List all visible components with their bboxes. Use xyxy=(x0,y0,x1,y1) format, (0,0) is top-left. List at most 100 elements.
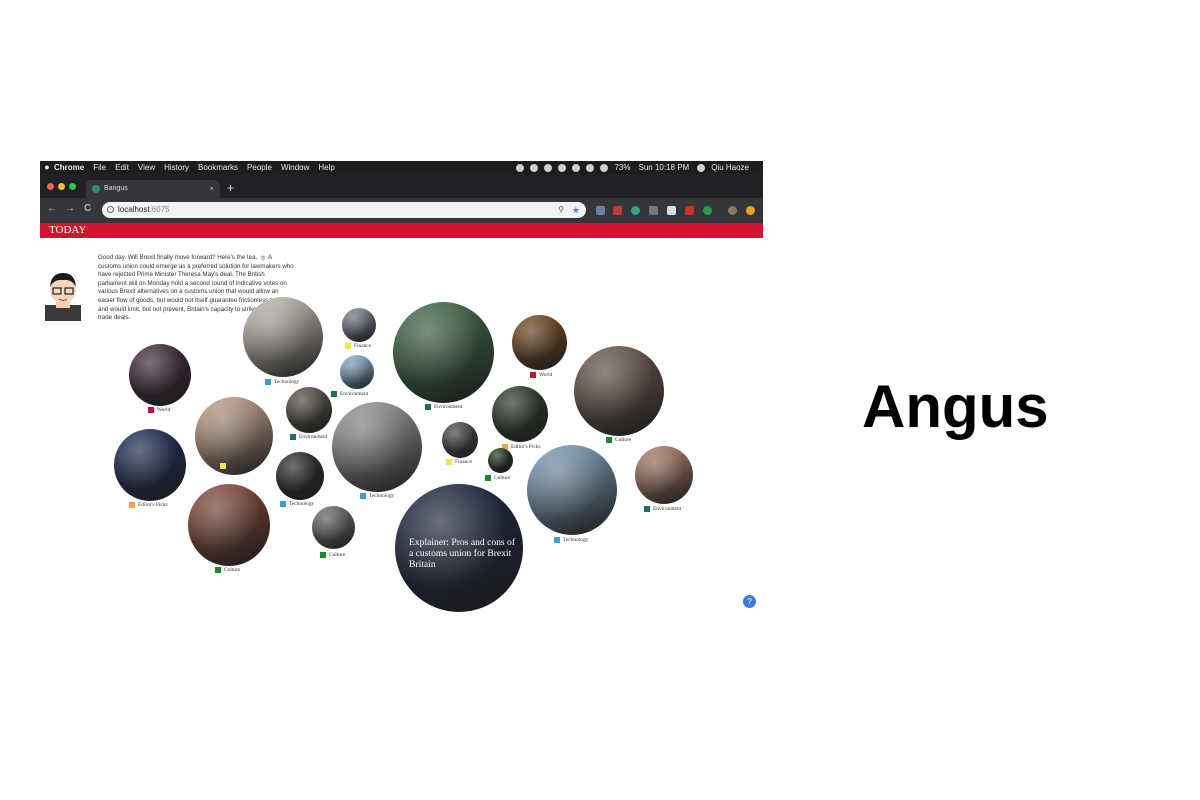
news-bubble[interactable] xyxy=(332,402,422,492)
category-label: Technology xyxy=(280,501,314,507)
bookmark-star-icon[interactable]: ★ xyxy=(572,202,580,218)
extension-icon[interactable] xyxy=(728,206,737,215)
site-info-icon[interactable] xyxy=(107,206,114,213)
category-text: Environment xyxy=(434,404,463,410)
category-text: Culture xyxy=(494,475,511,481)
extension-icon[interactable] xyxy=(631,206,640,215)
status-app-icon[interactable] xyxy=(544,163,553,172)
category-text: Editor's Picks xyxy=(511,444,541,450)
status-app-icon[interactable] xyxy=(558,163,567,172)
news-bubble[interactable] xyxy=(312,506,355,549)
wifi-icon[interactable] xyxy=(586,163,595,172)
minimize-window-icon[interactable] xyxy=(58,183,65,190)
category-text: Culture xyxy=(224,567,241,573)
category-label: Finance xyxy=(446,459,472,465)
avatar xyxy=(45,273,81,321)
category-swatch xyxy=(331,391,337,397)
browser-tab[interactable]: Bangus × xyxy=(86,180,220,198)
extension-icon[interactable] xyxy=(613,206,622,215)
battery-percent[interactable]: 73% xyxy=(614,161,630,174)
news-bubble[interactable] xyxy=(492,386,548,442)
news-bubble[interactable] xyxy=(393,302,494,403)
extension-icon[interactable] xyxy=(746,206,755,215)
menubar-clock[interactable]: Sun 10:18 PM xyxy=(639,161,690,174)
category-label: Finance xyxy=(345,343,371,349)
news-bubble[interactable] xyxy=(276,452,324,500)
category-text: Technology xyxy=(274,379,300,385)
extension-icon[interactable] xyxy=(596,206,605,215)
news-bubble[interactable] xyxy=(574,346,664,436)
url-port: :6075 xyxy=(149,205,170,214)
category-swatch xyxy=(425,404,431,410)
extension-icon[interactable] xyxy=(685,206,694,215)
address-bar[interactable]: localhost:6075 ⚲ ★ xyxy=(102,202,586,218)
category-label: Culture xyxy=(215,567,240,573)
news-bubble[interactable] xyxy=(188,484,270,566)
reload-icon[interactable]: C xyxy=(84,203,91,214)
back-icon[interactable]: ← xyxy=(47,203,57,214)
category-text: Culture xyxy=(329,552,346,558)
extension-icon[interactable] xyxy=(667,206,676,215)
category-swatch xyxy=(220,463,226,469)
category-text: Culture xyxy=(615,437,632,443)
search-icon[interactable] xyxy=(697,163,706,172)
news-bubble[interactable] xyxy=(527,445,617,535)
category-label: World xyxy=(148,407,170,413)
maximize-window-icon[interactable] xyxy=(69,183,76,190)
menu-window[interactable]: Window xyxy=(281,161,309,174)
news-bubble[interactable] xyxy=(488,448,513,473)
menu-people[interactable]: People xyxy=(247,161,272,174)
category-swatch xyxy=(530,372,536,378)
new-tab-button[interactable]: + xyxy=(227,181,234,195)
volume-icon[interactable] xyxy=(600,163,609,172)
menu-history[interactable]: History xyxy=(164,161,189,174)
category-swatch xyxy=(215,567,221,573)
extension-icon[interactable] xyxy=(703,206,712,215)
help-icon[interactable]: ? xyxy=(743,595,756,608)
category-swatch xyxy=(129,502,135,508)
category-text: Environment xyxy=(299,434,328,440)
news-bubble[interactable] xyxy=(243,297,323,377)
category-swatch xyxy=(345,343,351,349)
close-window-icon[interactable] xyxy=(47,183,54,190)
menu-file[interactable]: File xyxy=(93,161,106,174)
news-bubble[interactable] xyxy=(512,315,567,370)
category-text: Technology xyxy=(289,501,315,507)
url-host: localhost xyxy=(118,205,150,214)
category-text: Environment xyxy=(340,391,369,397)
menu-edit[interactable]: Edit xyxy=(115,161,129,174)
category-text: Finance xyxy=(229,463,247,469)
menubar-user[interactable]: Qiu Haoze xyxy=(711,161,749,174)
menu-bookmarks[interactable]: Bookmarks xyxy=(198,161,238,174)
news-bubble[interactable] xyxy=(442,422,478,458)
category-label: Environment xyxy=(425,404,462,410)
search-icon[interactable]: ⚲ xyxy=(558,202,564,218)
news-bubble[interactable] xyxy=(129,344,191,406)
feature-story-bubble[interactable]: Explainer: Pros and cons of a customs un… xyxy=(395,484,523,612)
site-logo[interactable]: TODAY xyxy=(49,224,86,237)
menu-chrome[interactable]: Chrome xyxy=(54,161,84,174)
close-tab-icon[interactable]: × xyxy=(209,180,214,198)
category-swatch xyxy=(265,379,271,385)
tab-title: Bangus xyxy=(104,185,128,192)
extension-icon[interactable] xyxy=(649,206,658,215)
forward-icon[interactable]: → xyxy=(65,203,75,214)
category-text: Environment xyxy=(653,506,682,512)
news-bubble[interactable] xyxy=(114,429,186,501)
news-bubble[interactable] xyxy=(286,387,332,433)
news-bubble[interactable] xyxy=(342,308,376,342)
status-app-icon[interactable] xyxy=(516,163,525,172)
news-bubble[interactable] xyxy=(635,446,693,504)
category-text: Technology xyxy=(369,493,395,499)
status-app-icon[interactable] xyxy=(530,163,539,172)
apple-icon[interactable]: ● xyxy=(40,161,54,174)
menu-view[interactable]: View xyxy=(138,161,155,174)
category-text: World xyxy=(539,372,553,378)
news-bubble[interactable] xyxy=(340,355,374,389)
category-swatch xyxy=(485,475,491,481)
menu-help[interactable]: Help xyxy=(318,161,334,174)
browser-screenshot: ● Chrome File Edit View History Bookmark… xyxy=(40,161,763,615)
status-app-icon[interactable] xyxy=(572,163,581,172)
feature-headline: Explainer: Pros and cons of a customs un… xyxy=(409,537,516,570)
category-swatch xyxy=(320,552,326,558)
